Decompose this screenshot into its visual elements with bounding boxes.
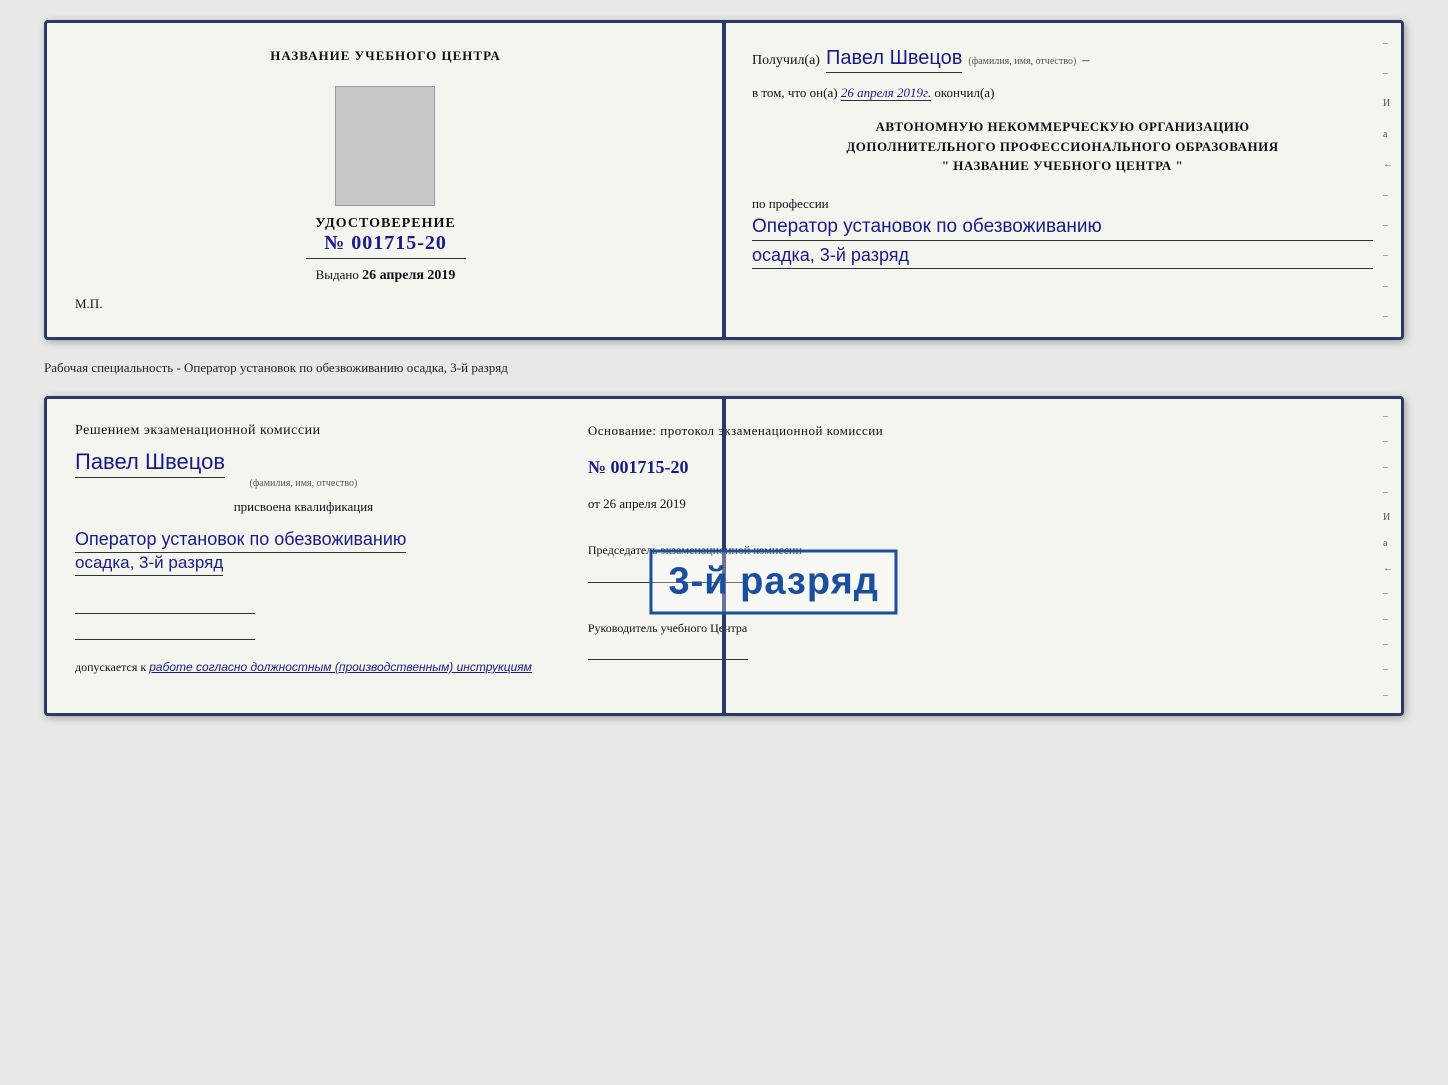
stamp: 3-й разряд [649,550,897,615]
mark5: ← [1383,159,1393,170]
completed-line: в том, что он(а) 26 апреля 2019г. окончи… [752,85,1373,101]
separator-text: Рабочая специальность - Оператор установ… [44,358,1404,378]
profession-value: Оператор установок по обезвоживанию [752,216,1373,241]
basis-date: от 26 апреля 2019 [588,496,883,512]
decision-title: Решением экзаменационной комиссии [75,423,532,439]
sig-line-1 [75,594,255,614]
received-prefix: Получил(а) [752,53,820,69]
qual-block: Оператор установок по обезвоживанию осад… [75,525,532,576]
org-line3: " НАЗВАНИЕ УЧЕБНОГО ЦЕНТРА " [752,156,1373,176]
director-label: Руководитель учебного Центра [588,621,883,636]
allowed-value: работе согласно должностным (производств… [149,660,532,674]
mp-label: М.П. [75,296,102,312]
completed-suffix: окончил(а) [934,85,994,100]
profession-label: по профессии Оператор установок по обезв… [752,196,1373,269]
basis-date-value: 26 апреля 2019 [603,496,686,511]
mark9: – [1383,281,1393,292]
document-card-1: НАЗВАНИЕ УЧЕБНОГО ЦЕНТРА УДОСТОВЕРЕНИЕ №… [44,20,1404,340]
basis-title: Основание: протокол экзаменационной коми… [588,423,883,439]
cert-number: № 001715-20 [315,232,455,255]
cert-label: УДОСТОВЕРЕНИЕ [315,216,455,232]
person-block: Павел Швецов (фамилия, имя, отчество) [75,449,532,489]
mark10: – [1383,311,1393,322]
qualification-value: осадка, 3-й разряд [752,245,1373,269]
side-marks: – – И а ← – – – – – [1383,33,1393,327]
org-line2: ДОПОЛНИТЕЛЬНОГО ПРОФЕССИОНАЛЬНОГО ОБРАЗО… [752,137,1373,157]
mark4: а [1383,129,1393,140]
qual-rank: осадка, 3-й разряд [75,553,223,576]
mark7: – [1383,220,1393,231]
mark8: – [1383,250,1393,261]
recipient-name: Павел Швецов [826,47,962,73]
received-line: Получил(а) Павел Швецов (фамилия, имя, о… [752,47,1373,73]
document-card-2: Решением экзаменационной комиссии Павел … [44,396,1404,716]
dash: – [1082,53,1089,69]
person-hint: (фамилия, имя, отчество) [75,478,532,489]
org-line1: АВТОНОМНУЮ НЕКОММЕРЧЕСКУЮ ОРГАНИЗАЦИЮ [752,117,1373,137]
person-name: Павел Швецов [75,449,225,478]
mark6: – [1383,190,1393,201]
qual-prof: Оператор установок по обезвоживанию [75,529,406,553]
mark2: – [1383,68,1393,79]
sig-line-2 [75,620,255,640]
mark1: – [1383,38,1393,49]
org-block: АВТОНОМНУЮ НЕКОММЕРЧЕСКУЮ ОРГАНИЗАЦИЮ ДО… [752,117,1373,176]
completed-prefix: в том, что он(а) [752,85,838,100]
side-marks-2: – – – – И а ← – – – – – [1383,409,1393,703]
basis-number: № 001715-20 [588,457,883,478]
allowed-text: допускается к работе согласно должностны… [75,660,532,675]
allowed-prefix: допускается к [75,660,146,674]
assigned-label: присвоена квалификация [75,499,532,515]
signature-lines [75,594,532,640]
page-container: НАЗВАНИЕ УЧЕБНОГО ЦЕНТРА УДОСТОВЕРЕНИЕ №… [20,20,1428,716]
mark3: И [1383,98,1393,109]
issued-line: Выдано 26 апреля 2019 [306,267,466,284]
doc2-left-panel: Решением экзаменационной комиссии Павел … [47,399,560,713]
director-sig-line [588,640,748,660]
issued-label: Выдано [316,267,359,282]
doc1-left-panel: НАЗВАНИЕ УЧЕБНОГО ЦЕНТРА УДОСТОВЕРЕНИЕ №… [47,23,724,337]
cert-block: УДОСТОВЕРЕНИЕ № 001715-20 [315,76,455,255]
basis-date-prefix: от [588,496,600,511]
photo-placeholder [335,86,435,206]
training-center-title-left: НАЗВАНИЕ УЧЕБНОГО ЦЕНТРА [270,48,501,64]
issued-date: 26 апреля 2019 [362,268,455,283]
completed-date: 26 апреля 2019г. [841,85,931,101]
stamp-text: 3-й разряд [668,561,878,603]
fio-hint-1: (фамилия, имя, отчество) [968,56,1076,67]
doc1-right-panel: Получил(а) Павел Швецов (фамилия, имя, о… [724,23,1401,337]
